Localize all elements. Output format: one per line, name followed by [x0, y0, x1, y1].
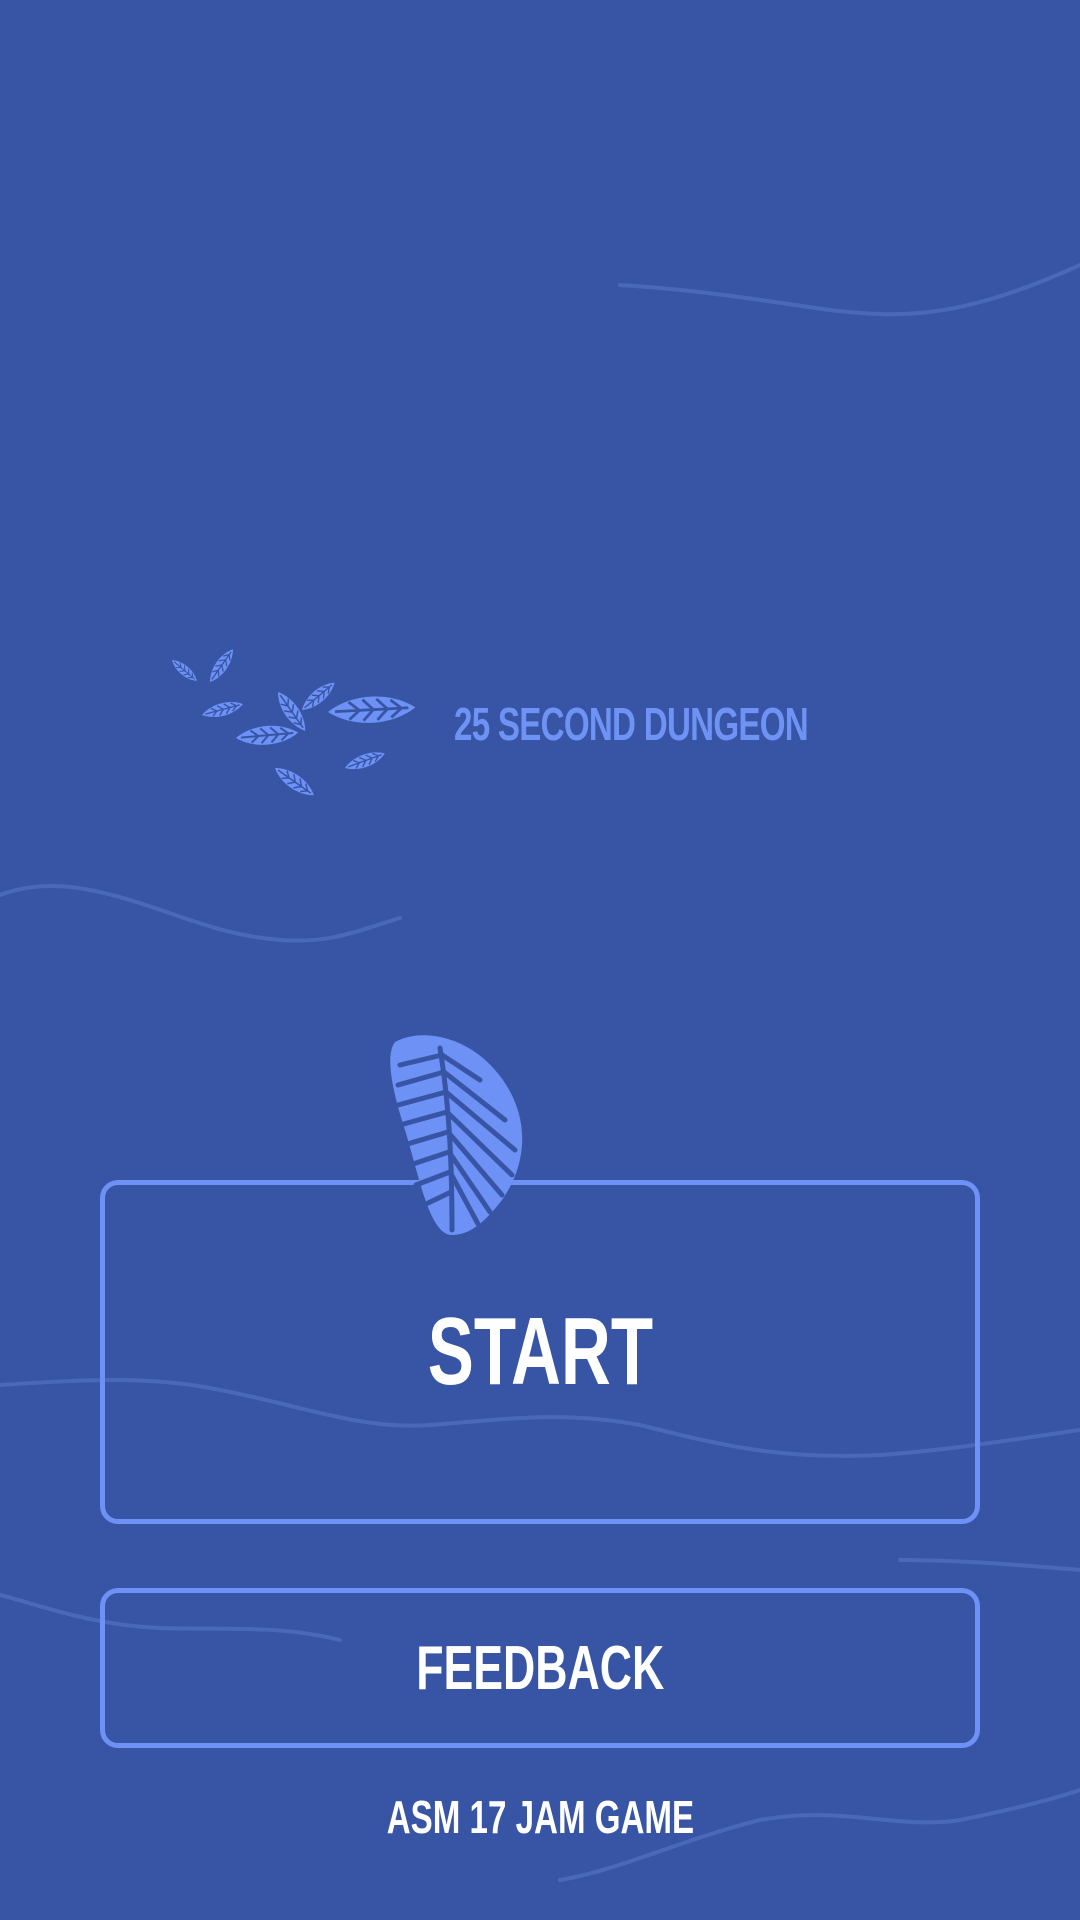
feedback-button[interactable]: FEEDBACK — [100, 1588, 980, 1748]
footer-label: ASM 17 JAM GAME — [386, 1791, 694, 1843]
feedback-button-label: FEEDBACK — [415, 1633, 664, 1703]
leaf-icon — [390, 1035, 523, 1235]
game-title: 25 SECOND DUNGEON — [454, 698, 809, 750]
game-logo: 25 SECOND DUNGEON — [160, 630, 809, 810]
start-button-label: START — [427, 1298, 653, 1405]
footer-text: ASM 17 JAM GAME — [0, 1790, 1080, 1844]
leaves-cluster-icon — [168, 645, 418, 802]
